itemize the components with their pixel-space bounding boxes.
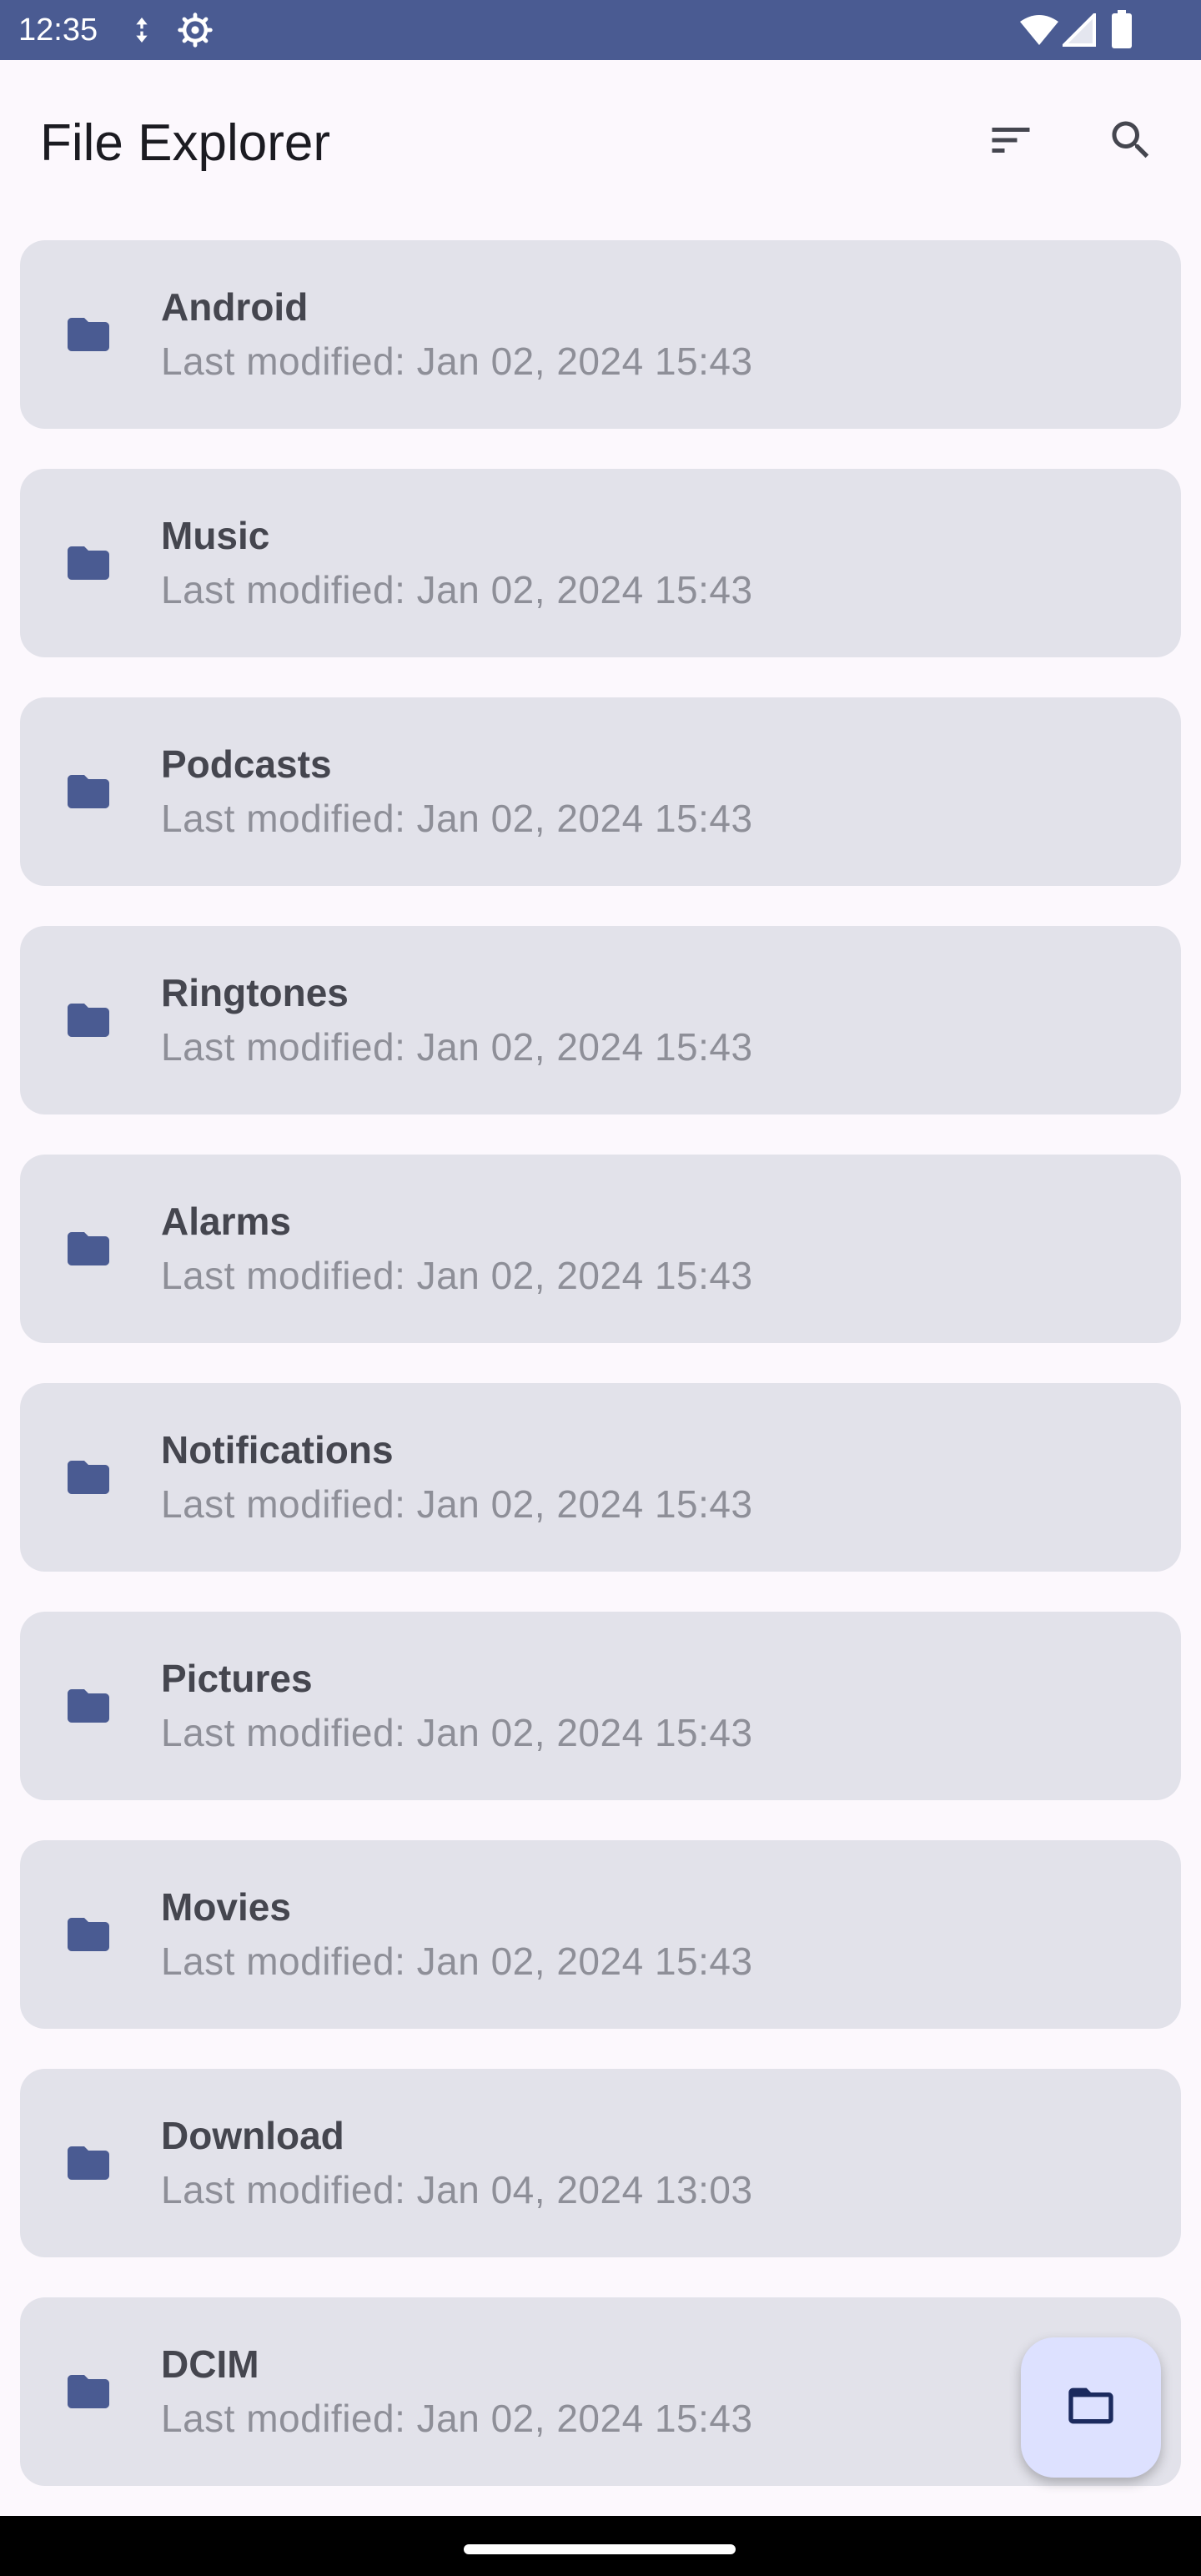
sort-icon: [986, 115, 1036, 169]
folder-item-download[interactable]: Download Last modified: Jan 04, 2024 13:…: [20, 2069, 1181, 2257]
cell-signal-icon: [1060, 11, 1096, 51]
status-time: 12:35: [18, 13, 98, 48]
folder-item-podcasts[interactable]: Podcasts Last modified: Jan 02, 2024 15:…: [20, 697, 1181, 886]
home-gesture-handle[interactable]: [464, 2544, 736, 2554]
folder-name: Notifications: [161, 1428, 394, 1472]
folder-modified: Last modified: Jan 02, 2024 15:43: [161, 1482, 753, 1526]
folder-item-alarms[interactable]: Alarms Last modified: Jan 02, 2024 15:43: [20, 1155, 1181, 1343]
folder-modified: Last modified: Jan 02, 2024 15:43: [161, 1711, 753, 1754]
folder-modified: Last modified: Jan 04, 2024 13:03: [161, 2168, 753, 2211]
folder-name: Alarms: [161, 1200, 291, 1243]
battery-icon: [1111, 10, 1133, 53]
folder-modified: Last modified: Jan 02, 2024 15:43: [161, 568, 753, 611]
folder-icon: [63, 1681, 113, 1731]
app-bar: File Explorer: [0, 60, 1201, 227]
search-icon: [1106, 115, 1156, 169]
folder-icon: [63, 2138, 113, 2188]
settings-gear-icon: [177, 12, 214, 53]
folder-icon: [63, 767, 113, 817]
folder-item-notifications[interactable]: Notifications Last modified: Jan 02, 202…: [20, 1383, 1181, 1572]
folder-icon: [63, 309, 113, 360]
folder-name: Music: [161, 514, 270, 557]
folder-modified: Last modified: Jan 02, 2024 15:43: [161, 2397, 753, 2440]
folder-icon: [63, 1224, 113, 1274]
folder-name: Pictures: [161, 1657, 313, 1700]
folder-modified: Last modified: Jan 02, 2024 15:43: [161, 1254, 753, 1297]
folder-modified: Last modified: Jan 02, 2024 15:43: [161, 1940, 753, 1983]
folder-icon: [63, 1909, 113, 1960]
sort-button[interactable]: [969, 100, 1053, 184]
folder-outline-icon: [1064, 2379, 1118, 2437]
folder-modified: Last modified: Jan 02, 2024 15:43: [161, 797, 753, 840]
folder-name: Android: [161, 285, 309, 329]
folder-name: DCIM: [161, 2342, 259, 2386]
status-bar: 12:35: [0, 0, 1201, 60]
folder-icon: [63, 1452, 113, 1502]
wifi-icon: [1019, 13, 1059, 51]
folder-item-movies[interactable]: Movies Last modified: Jan 02, 2024 15:43: [20, 1840, 1181, 2029]
folder-item-pictures[interactable]: Pictures Last modified: Jan 02, 2024 15:…: [20, 1612, 1181, 1800]
new-folder-fab[interactable]: [1021, 2337, 1161, 2478]
system-nav-bar: [0, 2516, 1201, 2576]
folder-item-dcim[interactable]: DCIM Last modified: Jan 02, 2024 15:43: [20, 2297, 1181, 2486]
app-title: File Explorer: [40, 114, 330, 172]
folder-item-android[interactable]: Android Last modified: Jan 02, 2024 15:4…: [20, 240, 1181, 429]
folder-list: Android Last modified: Jan 02, 2024 15:4…: [20, 240, 1181, 2526]
folder-name: Movies: [161, 1885, 291, 1929]
folder-modified: Last modified: Jan 02, 2024 15:43: [161, 340, 753, 383]
folder-modified: Last modified: Jan 02, 2024 15:43: [161, 1025, 753, 1069]
folder-name: Download: [161, 2114, 344, 2157]
folder-icon: [63, 2367, 113, 2417]
folder-icon: [63, 538, 113, 588]
search-button[interactable]: [1089, 100, 1173, 184]
folder-item-music[interactable]: Music Last modified: Jan 02, 2024 15:43: [20, 469, 1181, 657]
data-saver-icon: [125, 13, 158, 51]
folder-item-ringtones[interactable]: Ringtones Last modified: Jan 02, 2024 15…: [20, 926, 1181, 1114]
folder-icon: [63, 995, 113, 1045]
folder-name: Ringtones: [161, 971, 349, 1014]
folder-name: Podcasts: [161, 742, 332, 786]
